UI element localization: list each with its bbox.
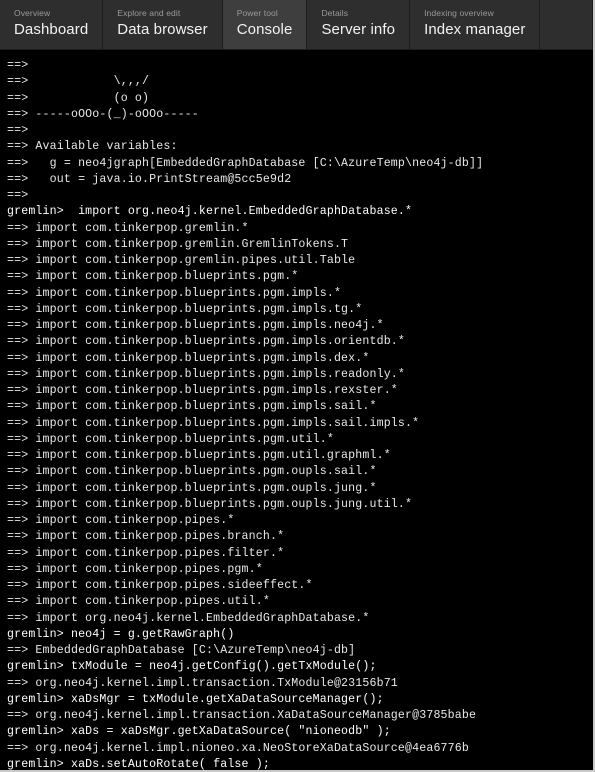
console-output-line: ==> import com.tinkerpop.blueprints.pgm.…	[7, 286, 342, 300]
webadmin-window: Overview Dashboard Explore and edit Data br…	[0, 0, 595, 772]
console-output-line: ==> g = neo4jgraph[EmbeddedGraphDatabase…	[7, 156, 484, 170]
console-command-line: gremlin> txModule = neo4j.getConfig().ge…	[7, 660, 377, 674]
tab-kicker-label: Overview	[14, 8, 51, 18]
console-output-line: ==> import com.tinkerpop.pipes.*	[7, 514, 235, 527]
tab-dashboard[interactable]: Overview Dashboard	[0, 0, 104, 49]
gremlin-console-output[interactable]: ==> ==> \,,,/ ==> (o o) ==> -----oOOo-(_)-o…	[0, 50, 593, 770]
console-output-line: ==>	[7, 124, 29, 137]
tab-kicker-label: Explore and edit	[117, 8, 181, 18]
console-output-line: ==> org.neo4j.kernel.impl.nioneo.xa.NeoS…	[7, 741, 469, 755]
console-output-line: ==> \,,,/	[7, 75, 150, 89]
console-output-line: ==> (o o)	[7, 91, 150, 105]
console-output-line: ==>	[7, 189, 29, 202]
console-output-line: ==> import com.tinkerpop.blueprints.pgm.…	[7, 302, 363, 316]
main-tab-bar: Overview Dashboard Explore and edit Data br…	[0, 0, 593, 50]
console-command-line: gremlin> neo4j = g.getRawGraph()	[7, 627, 235, 641]
console-output-line: ==> import com.tinkerpop.blueprints.pgm.…	[7, 335, 406, 349]
console-output-line: ==> import com.tinkerpop.blueprints.pgm.…	[7, 367, 406, 381]
console-output-line: ==> import com.tinkerpop.blueprints.pgm.…	[7, 481, 377, 495]
tab-title-label: Index manager	[424, 21, 526, 38]
console-output-line: ==> import com.tinkerpop.pipes.branch.*	[7, 530, 285, 544]
console-output-line: ==> import com.tinkerpop.blueprints.pgm.…	[7, 497, 413, 511]
console-output-line: ==> import com.tinkerpop.blueprints.pgm.…	[7, 416, 420, 430]
console-output-line: ==> import com.tinkerpop.blueprints.pgm.…	[7, 319, 384, 332]
console-command-line: gremlin> xaDsMgr = txModule.getXaDataSou…	[7, 692, 384, 706]
console-output-line: ==> import com.tinkerpop.blueprints.pgm.…	[7, 449, 391, 462]
console-output-line: ==> org.neo4j.kernel.impl.transaction.Xa…	[7, 709, 477, 722]
console-output-line: ==> -----oOOo-(_)-oOOo-----	[7, 107, 199, 121]
console-command-line: gremlin> xaDs.setAutoRotate( false );	[7, 757, 270, 770]
tab-title-label: Data browser	[117, 21, 208, 38]
tab-server-info[interactable]: Details Server info	[307, 0, 411, 49]
tab-title-label: Dashboard	[14, 21, 89, 38]
console-output-line: ==> import com.tinkerpop.gremlin.Gremlin…	[7, 237, 349, 251]
tab-title-label: Server info	[321, 21, 396, 38]
console-output-line: ==> import com.tinkerpop.pipes.pgm.*	[7, 562, 263, 576]
tab-kicker-label: Details	[321, 8, 349, 18]
tab-bar-filler	[540, 0, 593, 49]
console-output-line: ==> import com.tinkerpop.blueprints.pgm.…	[7, 400, 377, 414]
tab-console[interactable]: Power tool Console	[222, 0, 308, 49]
console-output-line: ==> import com.tinkerpop.pipes.sideeffec…	[7, 579, 313, 592]
console-command-line: gremlin> xaDs = xaDsMgr.getXaDataSource(…	[7, 725, 391, 739]
console-output-line: ==> import com.tinkerpop.pipes.filter.*	[7, 546, 285, 560]
console-output-line: ==> Available variables:	[7, 140, 178, 154]
console-output-line: ==> org.neo4j.kernel.impl.transaction.Tx…	[7, 676, 398, 690]
console-command-line: gremlin> import org.neo4j.kernel.Embedde…	[7, 205, 413, 219]
console-output-line: ==> import com.tinkerpop.gremlin.pipes.u…	[7, 254, 356, 267]
console-output-line: ==> out = java.io.PrintStream@5cc5e9d2	[7, 172, 292, 186]
console-output-line: ==> import com.tinkerpop.blueprints.pgm.…	[7, 351, 370, 365]
console-output-line: ==> import com.tinkerpop.blueprints.pgm.…	[7, 465, 377, 479]
console-output-line: ==> import com.tinkerpop.blueprints.pgm.…	[7, 384, 398, 397]
tab-title-label: Console	[236, 21, 293, 38]
console-output-line: ==> import org.neo4j.kernel.EmbeddedGrap…	[7, 611, 370, 625]
tab-kicker-label: Indexing overview	[424, 8, 494, 18]
console-output-line: ==>	[7, 59, 29, 72]
console-output-line: ==> import com.tinkerpop.gremlin.*	[7, 221, 249, 235]
tab-index-manager[interactable]: Indexing overview Index manager	[410, 0, 541, 49]
console-output-line: ==> import com.tinkerpop.blueprints.pgm.…	[7, 270, 299, 284]
console-output-line: ==> import com.tinkerpop.blueprints.pgm.…	[7, 432, 334, 446]
tab-data-browser[interactable]: Explore and edit Data browser	[103, 0, 223, 49]
tab-kicker-label: Power tool	[236, 8, 278, 18]
console-output-line: ==> import com.tinkerpop.pipes.util.*	[7, 595, 270, 609]
console-output-line: ==> EmbeddedGraphDatabase [C:\AzureTemp\…	[7, 644, 356, 657]
